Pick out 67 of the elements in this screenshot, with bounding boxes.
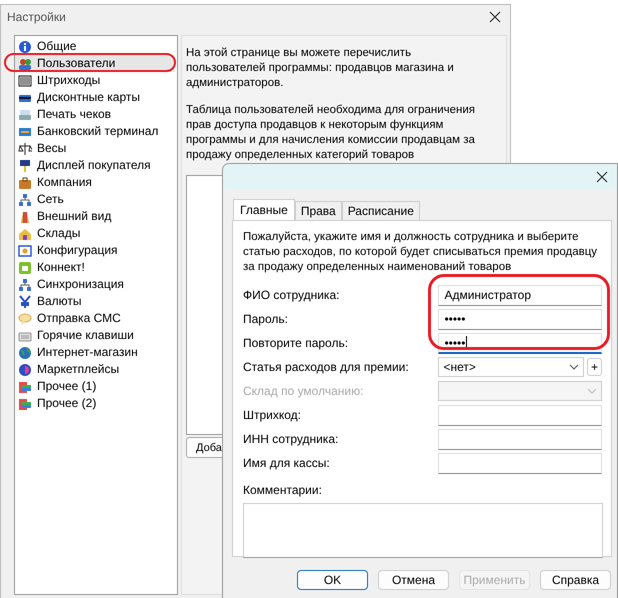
comments-field[interactable] — [243, 503, 603, 558]
close-icon[interactable] — [595, 170, 609, 184]
tab[interactable]: Главные — [233, 199, 295, 220]
sidebar-item[interactable]: Маркетплейсы — [15, 361, 175, 378]
dialog-button[interactable]: OK — [297, 570, 368, 590]
dialog-button[interactable]: Отмена — [378, 570, 449, 590]
yen-icon — [18, 294, 32, 308]
input-field[interactable] — [438, 428, 602, 450]
sidebar-item[interactable]: Склады — [15, 225, 175, 242]
sidebar-item[interactable]: Дисплей покупателя — [15, 157, 175, 174]
input-field[interactable] — [438, 404, 602, 426]
field-label: Статья расходов для премии: — [243, 360, 410, 374]
sidebar-item[interactable]: Прочее (2) — [15, 395, 175, 412]
stack-icon — [18, 380, 32, 394]
briefcase-icon — [18, 176, 32, 190]
field-label: Штрихкод: — [243, 408, 302, 422]
field-label: Пароль: — [243, 312, 289, 326]
sidebar-item[interactable]: Штрихкоды — [15, 72, 175, 89]
speech-bubble-icon — [18, 312, 32, 326]
sidebar-item[interactable]: Весы — [15, 140, 175, 157]
users-icon — [18, 56, 32, 70]
chevron-down-icon — [587, 388, 597, 394]
window-icon — [18, 244, 32, 258]
sidebar-item[interactable]: Горячие клавиши — [15, 327, 175, 344]
window-title: Настройки — [7, 10, 66, 24]
description-text: На этой странице вы можете перечислить пользователей программы: продавцов магазина и администраторов. — [186, 46, 455, 91]
sidebar-item[interactable]: Конфигурация — [15, 242, 175, 259]
sidebar-item[interactable]: Прочее (1) — [15, 378, 175, 395]
add-button[interactable]: + — [587, 358, 602, 376]
info-icon — [18, 40, 32, 54]
printer-icon — [18, 108, 32, 122]
field-label: Склад по умолчанию: — [243, 384, 364, 398]
globe-icon — [18, 346, 32, 360]
sidebar-item[interactable]: Компания — [15, 174, 175, 191]
field-label: ИНН сотрудника: — [243, 432, 340, 446]
barcode-icon — [18, 74, 32, 88]
sidebar-item[interactable]: Синхронизация — [15, 276, 175, 293]
network-icon — [18, 278, 32, 292]
dialog-button[interactable]: Справка — [540, 570, 611, 590]
description-text: Пожалуйста, укажите имя и должность сотрудника и выберите статью расходов, по которой будет списываться премия продавцу за продажу определенных наименований товаров — [243, 230, 598, 275]
field-label: ФИО сотрудника: — [243, 288, 340, 302]
sidebar-item[interactable]: Отправка СМС — [15, 310, 175, 327]
sidebar-item[interactable]: Банковский терминал — [15, 123, 175, 140]
stack-icon — [18, 396, 32, 410]
sidebar-item[interactable]: Общие — [15, 38, 175, 55]
chevron-down-icon — [569, 364, 580, 370]
sidebar-item[interactable]: Внешний вид — [15, 208, 175, 225]
close-icon[interactable] — [488, 10, 502, 24]
sidebar-item[interactable]: Печать чеков — [15, 106, 175, 123]
sidebar-item[interactable]: Дисконтные карты — [15, 89, 175, 106]
sidebar-item[interactable]: Валюты — [15, 293, 175, 310]
network-icon — [18, 192, 32, 206]
field-label: Повторите пароль: — [243, 336, 350, 350]
field-label: Имя для кассы: — [243, 456, 331, 470]
sidebar-item[interactable]: Сеть — [15, 191, 175, 208]
field-label: Комментарии: — [243, 483, 323, 497]
dropdown[interactable]: <нет> — [438, 357, 584, 377]
house-icon — [18, 226, 32, 240]
sidebar-item[interactable]: Коннект! — [15, 259, 175, 276]
input-field[interactable] — [438, 452, 602, 474]
tab[interactable]: Расписание — [342, 201, 420, 220]
description-text: Таблица пользователей необходима для ограничения прав доступа продавцов к некоторым функциям программы и для начисления комиссии продавцам за продажу определенных категорий товаров — [186, 103, 476, 163]
scales-icon — [18, 142, 32, 156]
input-field[interactable]: Администратор — [438, 284, 602, 306]
sidebar-item[interactable]: Интернет-магазин — [15, 344, 175, 361]
tab[interactable]: Права — [294, 201, 342, 220]
input-field[interactable]: ••••• — [438, 308, 602, 330]
